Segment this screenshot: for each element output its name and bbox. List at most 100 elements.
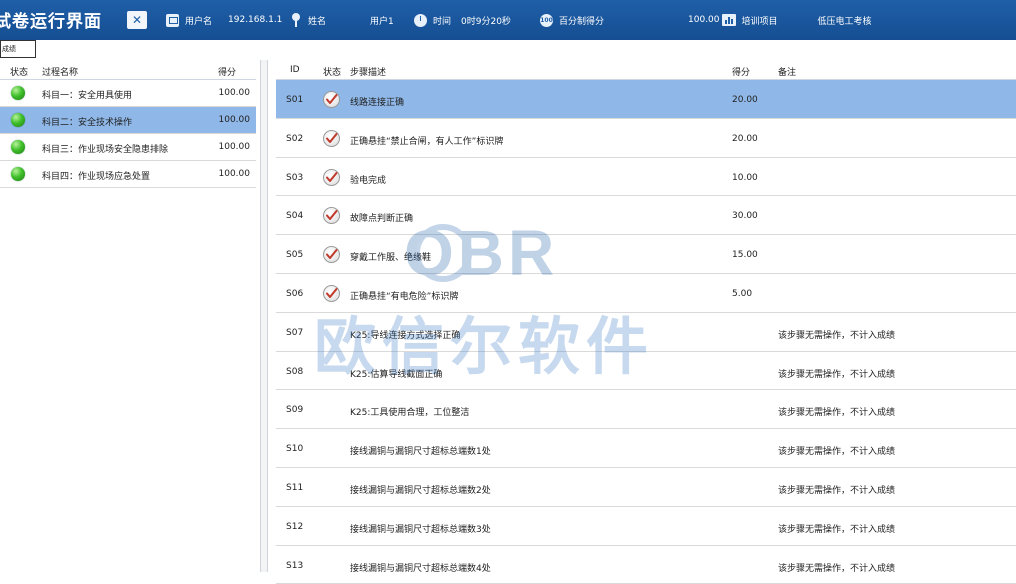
- check-icon: [323, 91, 340, 108]
- col-score: 得分: [732, 68, 751, 78]
- process-row[interactable]: 科目三：作业现场安全隐患排除 100.00: [0, 134, 256, 161]
- step-score: 5.00: [732, 288, 753, 299]
- step-description: 接线漏铜与漏铜尺寸超标总端数2处: [350, 485, 491, 496]
- step-description: 接线漏铜与漏铜尺寸超标总端数1处: [350, 447, 491, 458]
- process-score: 100.00: [218, 88, 251, 98]
- process-score: 100.00: [218, 142, 251, 152]
- step-score: 30.00: [732, 211, 758, 222]
- process-row[interactable]: 科目一：安全用具使用 100.00: [0, 80, 256, 107]
- step-id: S06: [286, 288, 304, 299]
- step-row[interactable]: S01 线路连接正确 20.00: [276, 80, 1016, 119]
- col-step: 步骤描述: [350, 68, 387, 78]
- time-label: 时间: [433, 16, 452, 27]
- step-score: 20.00: [732, 95, 758, 105]
- export-button[interactable]: ✕: [127, 0, 153, 40]
- col-score: 得分: [218, 68, 237, 78]
- step-id: S10: [286, 444, 304, 455]
- process-row-selected[interactable]: 科目二：安全技术操作 100.00: [0, 107, 256, 134]
- step-table: ID 状态 步骤描述 得分 备注 S01 线路连接正确 20.00 S02 正确悬挂“禁…: [276, 60, 1016, 584]
- step-row[interactable]: S05 穿戴工作服、绝缘鞋 15.00: [276, 235, 1016, 274]
- step-note: 该步骤无需操作，不计入成绩: [778, 330, 896, 341]
- check-icon: [323, 129, 340, 147]
- top-header: 试卷运行界面 ✕ 用户名 192.168.1.1 姓名 用户1 时间 0时9分2…: [0, 0, 1016, 40]
- process-name: 科目三：作业现场安全隐患排除: [42, 145, 169, 155]
- step-description: 正确悬挂“禁止合闸，有人工作”标识牌: [350, 136, 504, 147]
- step-row[interactable]: S13 接线漏铜与漏铜尺寸超标总端数4处 该步骤无需操作，不计入成绩: [276, 546, 1016, 584]
- step-row[interactable]: S11 接线漏铜与漏铜尺寸超标总端数2处 该步骤无需操作，不计入成绩: [276, 468, 1016, 507]
- step-row[interactable]: S10 接线漏铜与漏铜尺寸超标总端数1处 该步骤无需操作，不计入成绩: [276, 429, 1016, 468]
- score-value: 100.00: [688, 15, 720, 25]
- percent-icon: 100: [540, 13, 553, 27]
- step-note: 该步骤无需操作，不计入成绩: [778, 485, 896, 496]
- col-note: 备注: [778, 68, 797, 78]
- status-ok-icon: [11, 86, 25, 100]
- bar-chart-icon: [721, 14, 736, 26]
- process-name: 科目一：安全用具使用: [42, 91, 133, 101]
- step-id: S04: [286, 211, 304, 222]
- step-description: K25:工具使用合理，工位整洁: [350, 408, 470, 419]
- step-id: S05: [286, 250, 304, 261]
- time-value: 0时9分20秒: [461, 16, 511, 27]
- process-list-header: 状态 过程名称 得分: [0, 60, 256, 80]
- step-score: 15.00: [732, 250, 758, 261]
- step-note: 该步骤无需操作，不计入成绩: [778, 369, 896, 380]
- step-note: 该步骤无需操作，不计入成绩: [778, 524, 896, 535]
- project-label: 培训项目: [741, 16, 778, 27]
- step-note: 该步骤无需操作，不计入成绩: [778, 408, 896, 419]
- step-description: 穿戴工作服、绝缘鞋: [350, 253, 432, 264]
- step-table-header: ID 状态 步骤描述 得分 备注: [276, 60, 1016, 80]
- username-label: 用户名: [185, 16, 213, 27]
- check-icon: [323, 168, 340, 186]
- score-label: 百分制得分: [559, 16, 605, 27]
- tab-score-label: 成绩: [2, 45, 16, 53]
- person-icon: [290, 13, 302, 27]
- step-row[interactable]: S06 正确悬挂“有电危险”标识牌 5.00: [276, 274, 1016, 313]
- process-score: 100.00: [218, 169, 251, 179]
- clock-icon: [414, 13, 427, 27]
- step-row[interactable]: S03 验电完成 10.00: [276, 158, 1016, 197]
- process-row[interactable]: 科目四：作业现场应急处置 100.00: [0, 161, 256, 188]
- step-description: K25:估算导线截面正确: [350, 369, 443, 380]
- time-field: 时间 0时9分20秒: [414, 0, 511, 40]
- step-score: 10.00: [732, 172, 758, 183]
- step-description: 验电完成: [350, 175, 387, 186]
- project-value: 低压电工考核: [817, 16, 872, 27]
- step-row[interactable]: S08 K25:估算导线截面正确 该步骤无需操作，不计入成绩: [276, 352, 1016, 391]
- step-description: 线路连接正确: [350, 98, 405, 108]
- score-field: 100 百分制得分 100.00 培训项目 低压电工考核: [540, 0, 872, 40]
- check-icon: [323, 246, 340, 264]
- step-id: S09: [286, 405, 304, 416]
- name-field: 姓名 用户1: [290, 0, 394, 40]
- status-ok-icon: [11, 113, 25, 127]
- step-id: S08: [286, 366, 304, 377]
- xls-icon[interactable]: ✕: [127, 11, 147, 29]
- username-field: 用户名 192.168.1.1: [166, 0, 282, 40]
- status-ok-icon: [11, 140, 25, 154]
- step-id: S12: [286, 521, 304, 532]
- step-row[interactable]: S09 K25:工具使用合理，工位整洁 该步骤无需操作，不计入成绩: [276, 390, 1016, 430]
- step-note: 该步骤无需操作，不计入成绩: [778, 447, 896, 458]
- step-row[interactable]: S04 故障点判断正确 30.00: [276, 196, 1016, 236]
- check-icon: [323, 284, 340, 302]
- process-score: 100.00: [218, 115, 251, 125]
- step-row[interactable]: S02 正确悬挂“禁止合闸，有人工作”标识牌 20.00: [276, 119, 1016, 158]
- step-rows: S01 线路连接正确 20.00 S02 正确悬挂“禁止合闸，有人工作”标识牌 20.00…: [276, 80, 1016, 584]
- step-description: 故障点判断正确: [350, 214, 414, 225]
- step-score: 20.00: [732, 133, 758, 144]
- step-row[interactable]: S12 接线漏铜与漏铜尺寸超标总端数3处 该步骤无需操作，不计入成绩: [276, 507, 1016, 546]
- col-status: 状态: [10, 68, 29, 78]
- step-description: 正确悬挂“有电危险”标识牌: [350, 291, 459, 302]
- tab-score[interactable]: 成绩: [0, 40, 36, 58]
- step-id: S03: [286, 172, 304, 183]
- page-title: 试卷运行界面: [0, 12, 102, 32]
- check-icon: [323, 207, 340, 225]
- step-id: S13: [286, 560, 304, 571]
- status-ok-icon: [11, 167, 25, 181]
- step-description: K25:导线连接方式选择正确: [350, 330, 461, 341]
- step-row[interactable]: S07 K25:导线连接方式选择正确 该步骤无需操作，不计入成绩: [276, 313, 1016, 352]
- step-id: S11: [286, 482, 304, 493]
- ip-icon: [166, 13, 179, 27]
- splitter-handle[interactable]: [260, 60, 268, 572]
- step-id: S01: [286, 95, 304, 105]
- process-name: 科目四：作业现场应急处置: [42, 172, 151, 182]
